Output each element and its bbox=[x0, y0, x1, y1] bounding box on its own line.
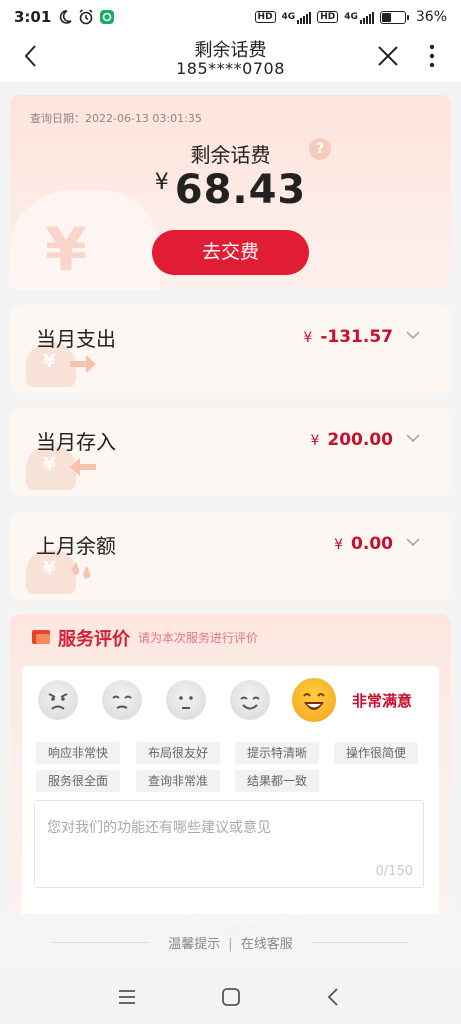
balance-label: 剩余话费 bbox=[190, 143, 271, 167]
hd-badge: HD bbox=[254, 11, 276, 23]
menu-icon[interactable] bbox=[116, 986, 138, 1008]
review-tag[interactable]: 操作很简便 bbox=[334, 742, 419, 764]
yen-watermark: ¥ bbox=[43, 351, 56, 372]
review-tag[interactable]: 服务很全面 bbox=[36, 770, 121, 792]
arrow-right-icon bbox=[70, 355, 96, 373]
status-time: 3:01 bbox=[14, 8, 52, 26]
review-tag[interactable]: 布局很友好 bbox=[136, 742, 221, 764]
selected-rating: 非常满意 bbox=[352, 692, 413, 710]
online-service-link[interactable]: 在线客服 bbox=[241, 937, 293, 952]
suggestion-textarea[interactable]: 您对我们的功能还有哪些建议或意见 0/150 bbox=[34, 800, 424, 888]
service-review: 服务评价 请为本次服务进行评价 非常满意 响应非常快 布局很友好 提示特清晰 操… bbox=[10, 614, 451, 944]
balance-value: 68.43 bbox=[174, 167, 307, 213]
review-tag[interactable]: 响应非常快 bbox=[36, 742, 121, 764]
chevron-down-icon[interactable] bbox=[405, 430, 421, 446]
signal-icon-2 bbox=[359, 10, 374, 24]
tips-link[interactable]: 温馨提示 bbox=[168, 937, 220, 952]
drops-icon bbox=[72, 562, 91, 579]
more-icon[interactable] bbox=[424, 42, 440, 70]
wechat-icon bbox=[100, 10, 115, 24]
network-label: 4G bbox=[281, 12, 296, 22]
deposit-label: 当月存入 bbox=[36, 430, 116, 454]
close-icon[interactable] bbox=[374, 42, 402, 70]
home-icon[interactable] bbox=[220, 986, 242, 1008]
review-hint: 请为本次服务进行评价 bbox=[138, 631, 259, 645]
signal-icon bbox=[297, 10, 312, 24]
neutral-face-icon[interactable] bbox=[166, 680, 206, 720]
network-label-2: 4G bbox=[344, 12, 358, 22]
review-panel: 非常满意 响应非常快 布局很友好 提示特清晰 操作很简便 服务很全面 查询非常准… bbox=[22, 666, 439, 944]
status-bar: 3:01 HD 4G HD 4G 36% bbox=[0, 0, 461, 34]
expense-label: 当月支出 bbox=[36, 327, 116, 351]
expense-value: ¥ -131.57 bbox=[303, 327, 393, 347]
last-month-row[interactable]: ¥ 上月余额 ¥0.00 bbox=[10, 512, 451, 600]
review-tag[interactable]: 结果都一致 bbox=[235, 770, 320, 792]
very-happy-face-icon[interactable] bbox=[292, 678, 336, 722]
yen-watermark: ¥ bbox=[45, 215, 87, 285]
help-icon[interactable]: ? bbox=[309, 138, 331, 160]
textarea-placeholder: 您对我们的功能还有哪些建议或意见 bbox=[47, 820, 271, 836]
expense-row[interactable]: ¥ 当月支出 ¥ -131.57 bbox=[10, 305, 451, 393]
last-month-value: ¥0.00 bbox=[334, 534, 393, 554]
char-counter: 0/150 bbox=[375, 864, 413, 879]
page-header: 剩余话费 185****0708 bbox=[0, 34, 461, 82]
alarm-icon bbox=[79, 9, 93, 25]
query-date: 查询日期：2022-06-13 03:01:35 bbox=[30, 112, 202, 125]
arrow-left-icon bbox=[70, 458, 96, 476]
smile-face-icon[interactable] bbox=[230, 680, 270, 720]
deposit-value: ¥200.00 bbox=[310, 430, 393, 450]
yen-watermark: ¥ bbox=[43, 454, 56, 475]
angry-face-icon[interactable] bbox=[38, 680, 78, 720]
footer-links: 温馨提示 | 在线客服 bbox=[0, 914, 461, 968]
review-tag[interactable]: 查询非常准 bbox=[136, 770, 221, 792]
yen-watermark: ¥ bbox=[43, 558, 56, 579]
sad-face-icon[interactable] bbox=[102, 680, 142, 720]
battery-icon bbox=[379, 10, 409, 24]
review-title: 服务评价 bbox=[58, 629, 130, 650]
system-nav-bar bbox=[0, 968, 461, 1024]
balance-amount: ¥68.43 bbox=[10, 167, 451, 213]
chevron-down-icon[interactable] bbox=[405, 327, 421, 343]
review-icon bbox=[32, 630, 50, 644]
footer-separator: | bbox=[228, 937, 233, 952]
last-month-label: 上月余额 bbox=[36, 534, 116, 558]
currency-symbol: ¥ bbox=[154, 170, 169, 195]
balance-card: ¥ 查询日期：2022-06-13 03:01:35 剩余话费 ? ¥68.43… bbox=[10, 95, 451, 290]
nav-back-icon[interactable] bbox=[323, 986, 345, 1008]
moon-icon bbox=[60, 10, 72, 24]
battery-percent: 36% bbox=[415, 9, 447, 25]
chevron-down-icon[interactable] bbox=[405, 534, 421, 550]
deposit-row[interactable]: ¥ 当月存入 ¥200.00 bbox=[10, 408, 451, 496]
review-tag[interactable]: 提示特清晰 bbox=[235, 742, 320, 764]
footer-link-group: 温馨提示 | 在线客服 bbox=[0, 933, 461, 952]
hd-badge-2: HD bbox=[317, 11, 339, 23]
pay-button[interactable]: 去交费 bbox=[152, 230, 309, 275]
